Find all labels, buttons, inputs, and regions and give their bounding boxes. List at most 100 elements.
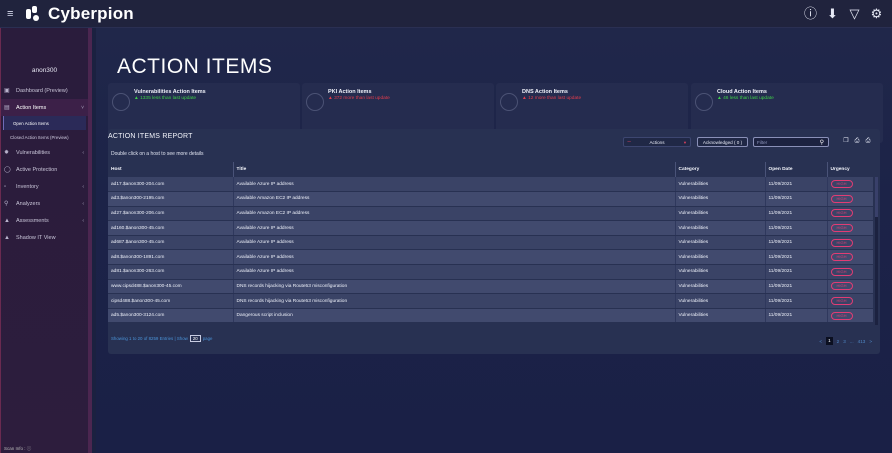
prev-page-button[interactable]: <	[819, 339, 822, 344]
urgency-cell: HIGH	[826, 220, 873, 236]
shield-icon: ◯	[4, 167, 11, 173]
card-delta: ▲ 372 more than last update	[328, 96, 390, 101]
category-cell: Vulnerabilities	[674, 220, 765, 236]
main-content: ACTION ITEMS Vulnerabilities Action Item…	[96, 28, 892, 453]
assessments-icon: ▲	[4, 217, 10, 224]
open-date-cell: 11/09/2021	[764, 264, 827, 280]
sidebar-item-shadow-it-view[interactable]: ▲ Shadow IT View	[1, 229, 88, 246]
actions-dropdown[interactable]: ∼ Actions ▼	[623, 137, 691, 147]
sidebar-item-dashboard[interactable]: ▣ Dashboard (Preview)	[1, 82, 88, 99]
vulnerability-icon	[112, 93, 130, 111]
username: anon300	[31, 67, 58, 74]
urgency-badge: HIGH	[830, 267, 853, 276]
filter-icon[interactable]: ▽	[847, 6, 862, 21]
table-row[interactable]: ad81.$anon300-263.com Available Azure IP …	[108, 264, 873, 280]
column-header-host[interactable]: Host	[108, 162, 233, 177]
urgency-badge: HIGH	[830, 180, 853, 189]
chevron-down-icon: ▼	[683, 139, 687, 145]
urgency-badge: HIGH	[830, 209, 853, 218]
title-cell: Available Amazon EC2 IP address	[232, 191, 675, 207]
table-row[interactable]: ad17.$anon300-204.com Available Azure IP …	[108, 177, 873, 193]
menu-icon[interactable]: ≡	[7, 8, 17, 19]
sidebar-item-analyzers[interactable]: ⚲ Analyzers ‹	[1, 195, 88, 212]
page-3-button[interactable]: 3	[843, 339, 846, 344]
page-1-button[interactable]: 1	[826, 337, 833, 345]
host-cell: ad5.$anon300-3124.com	[108, 308, 233, 324]
search-icon[interactable]: ⚲	[820, 139, 824, 146]
table-row[interactable]: ad687.$anon300-45.com Available Azure IP …	[108, 235, 873, 251]
sidebar-item-assessments[interactable]: ▲ Assessments ‹	[1, 212, 88, 229]
urgency-cell: HIGH	[826, 308, 873, 324]
export-icon[interactable]: ⎙	[864, 138, 872, 145]
sidebar-item-inventory[interactable]: ▫ Inventory ‹	[1, 178, 88, 195]
pagination: < 1 2 3 ... 413 >	[819, 337, 872, 345]
title-cell: DNS records hijacking via Route53 miscon…	[232, 293, 675, 309]
last-page-button[interactable]: 413	[858, 339, 866, 344]
table-row[interactable]: www.cipsd488.$anon300-45.com DNS records …	[108, 279, 873, 295]
urgency-cell: HIGH	[826, 279, 873, 295]
sidebar-item-open-action-items[interactable]: Open Action Items	[3, 116, 86, 130]
download-icon[interactable]: ⬇	[825, 6, 840, 21]
next-page-button[interactable]: >	[869, 339, 872, 344]
action-items-table: Host Title Category Open Date Urgency ad…	[108, 162, 873, 324]
app-name: Cyberpion	[48, 3, 134, 23]
scan-info[interactable]: Scan Info : ⓘ	[4, 446, 31, 452]
table-row[interactable]: ad27.$anon300-206.com Available Amazon EC…	[108, 206, 873, 222]
table-row[interactable]: ad8.$anon300-1891.com Available Azure IP …	[108, 249, 873, 266]
host-cell: ad17.$anon300-204.com	[108, 177, 233, 193]
pager-ellipsis: ...	[849, 338, 854, 344]
cyberpion-logo-icon	[24, 5, 42, 23]
title-cell: Available Azure IP address	[232, 264, 675, 280]
urgency-cell: HIGH	[826, 235, 873, 251]
column-header-urgency[interactable]: Urgency	[826, 162, 873, 177]
actions-mark-icon: ∼	[627, 139, 632, 145]
title-cell: Available Azure IP address	[232, 249, 675, 266]
title-cell: DNS records hijacking via Route53 miscon…	[232, 279, 675, 295]
column-header-title[interactable]: Title	[232, 162, 675, 177]
sidebar-item-vulnerabilities[interactable]: ✸ Vulnerabilities ‹	[1, 144, 88, 161]
filter-input[interactable]: Filter ⚲	[753, 137, 829, 147]
help-icon[interactable]: ⓘ	[803, 6, 818, 21]
category-cell: Vulnerabilities	[674, 235, 765, 251]
table-row[interactable]: ad3.$anon300-2195.com Available Amazon EC…	[108, 191, 873, 207]
column-header-category[interactable]: Category	[674, 162, 765, 177]
card-delta: ▲ 1335 less than last update	[134, 96, 197, 101]
category-cell: Vulnerabilities	[674, 264, 765, 280]
category-cell: Vulnerabilities	[674, 191, 765, 207]
category-cell: Vulnerabilities	[674, 279, 765, 295]
analyzers-icon: ⚲	[4, 201, 9, 207]
report-title: ACTION ITEMS REPORT	[108, 133, 193, 140]
sidebar-item-active-protection[interactable]: ◯ Active Protection	[1, 161, 88, 178]
host-cell: ad3.$anon300-2195.com	[108, 191, 233, 207]
category-cell: Vulnerabilities	[674, 308, 765, 324]
title-cell: Available Azure IP address	[232, 220, 675, 236]
sidebar-item-action-items[interactable]: ▤ Action Items ˅	[1, 99, 88, 116]
report-hint: Double click on a host to see more detai…	[111, 151, 204, 157]
open-date-cell: 11/09/2021	[764, 220, 827, 236]
table-row[interactable]: cipsd488.$anon300-45.com DNS records hija…	[108, 293, 873, 309]
page-2-button[interactable]: 2	[837, 339, 840, 344]
host-cell: ad160.$anon300-45.com	[108, 220, 233, 236]
column-header-open-date[interactable]: Open Date	[764, 162, 827, 177]
table-scrollbar[interactable]	[875, 177, 878, 325]
chevron-left-icon: ‹	[82, 217, 84, 224]
info-icon: ⓘ	[26, 446, 32, 451]
gear-icon[interactable]: ⚙	[869, 6, 884, 21]
acknowledged-button[interactable]: Acknowledged ( 0 )	[697, 137, 748, 147]
urgency-badge: HIGH	[830, 282, 853, 291]
table-row[interactable]: ad5.$anon300-3124.com Dangerous script in…	[108, 308, 873, 324]
urgency-cell: HIGH	[826, 264, 873, 280]
chevron-left-icon: ‹	[82, 200, 84, 207]
page-title: ACTION ITEMS	[117, 55, 273, 78]
print-icon[interactable]: ⎙	[853, 138, 861, 145]
table-row[interactable]: ad160.$anon300-45.com Available Azure IP …	[108, 220, 873, 236]
urgency-cell: HIGH	[826, 293, 873, 309]
copy-icon[interactable]: ❐	[842, 138, 850, 145]
dashboard-icon: ▣	[4, 88, 10, 94]
action-items-report: ACTION ITEMS REPORT Double click on a ho…	[108, 129, 880, 354]
card-delta: ▲ 12 more than last update	[522, 96, 582, 101]
page-size-select[interactable]: 20	[189, 335, 201, 342]
host-cell: cipsd488.$anon300-45.com	[108, 293, 233, 309]
title-cell: Dangerous script inclusion	[232, 308, 675, 324]
sidebar-item-closed-action-items[interactable]: Closed Action Items (Preview)	[1, 130, 88, 144]
